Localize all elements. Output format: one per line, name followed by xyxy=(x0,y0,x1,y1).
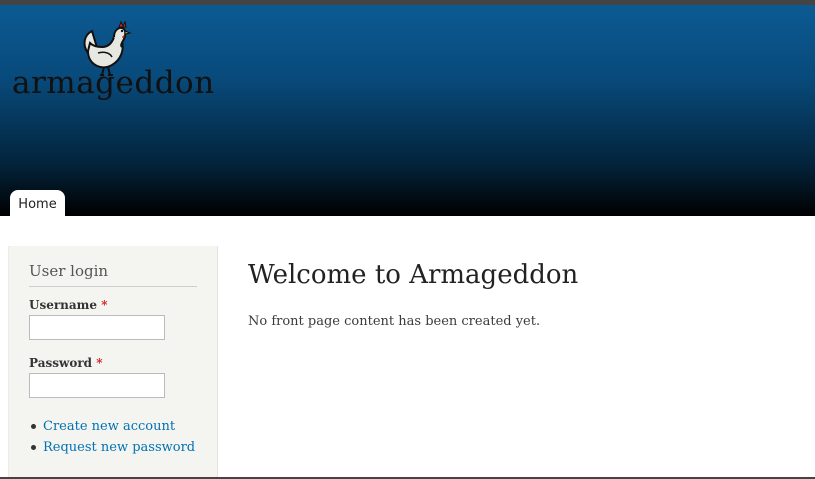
request-password-link[interactable]: Request new password xyxy=(43,440,195,455)
site-logo-link[interactable]: armageddon xyxy=(10,20,214,111)
password-input[interactable] xyxy=(29,373,165,398)
username-label: Username * xyxy=(29,298,107,312)
create-account-link[interactable]: Create new account xyxy=(43,419,175,434)
sidebar-user-login-block: User login Username * Password * Create … xyxy=(8,246,218,479)
list-item: Create new account xyxy=(29,416,195,437)
password-required-mark: * xyxy=(96,356,103,370)
site-name: armageddon xyxy=(12,65,215,101)
username-label-text: Username xyxy=(29,298,98,312)
user-login-title: User login xyxy=(29,262,197,287)
username-input[interactable] xyxy=(29,315,165,340)
login-links-list: Create new account Request new password xyxy=(29,416,195,458)
page-title: Welcome to Armageddon xyxy=(248,260,579,290)
password-label: Password * xyxy=(29,356,103,370)
bullet-icon xyxy=(31,445,36,450)
username-required-mark: * xyxy=(101,298,108,312)
password-label-text: Password xyxy=(29,356,93,370)
front-page-message: No front page content has been created y… xyxy=(248,314,541,329)
list-item: Request new password xyxy=(29,437,195,458)
tab-home[interactable]: Home xyxy=(10,190,65,221)
bullet-icon xyxy=(31,424,36,429)
site-header: armageddon Home xyxy=(0,5,815,221)
